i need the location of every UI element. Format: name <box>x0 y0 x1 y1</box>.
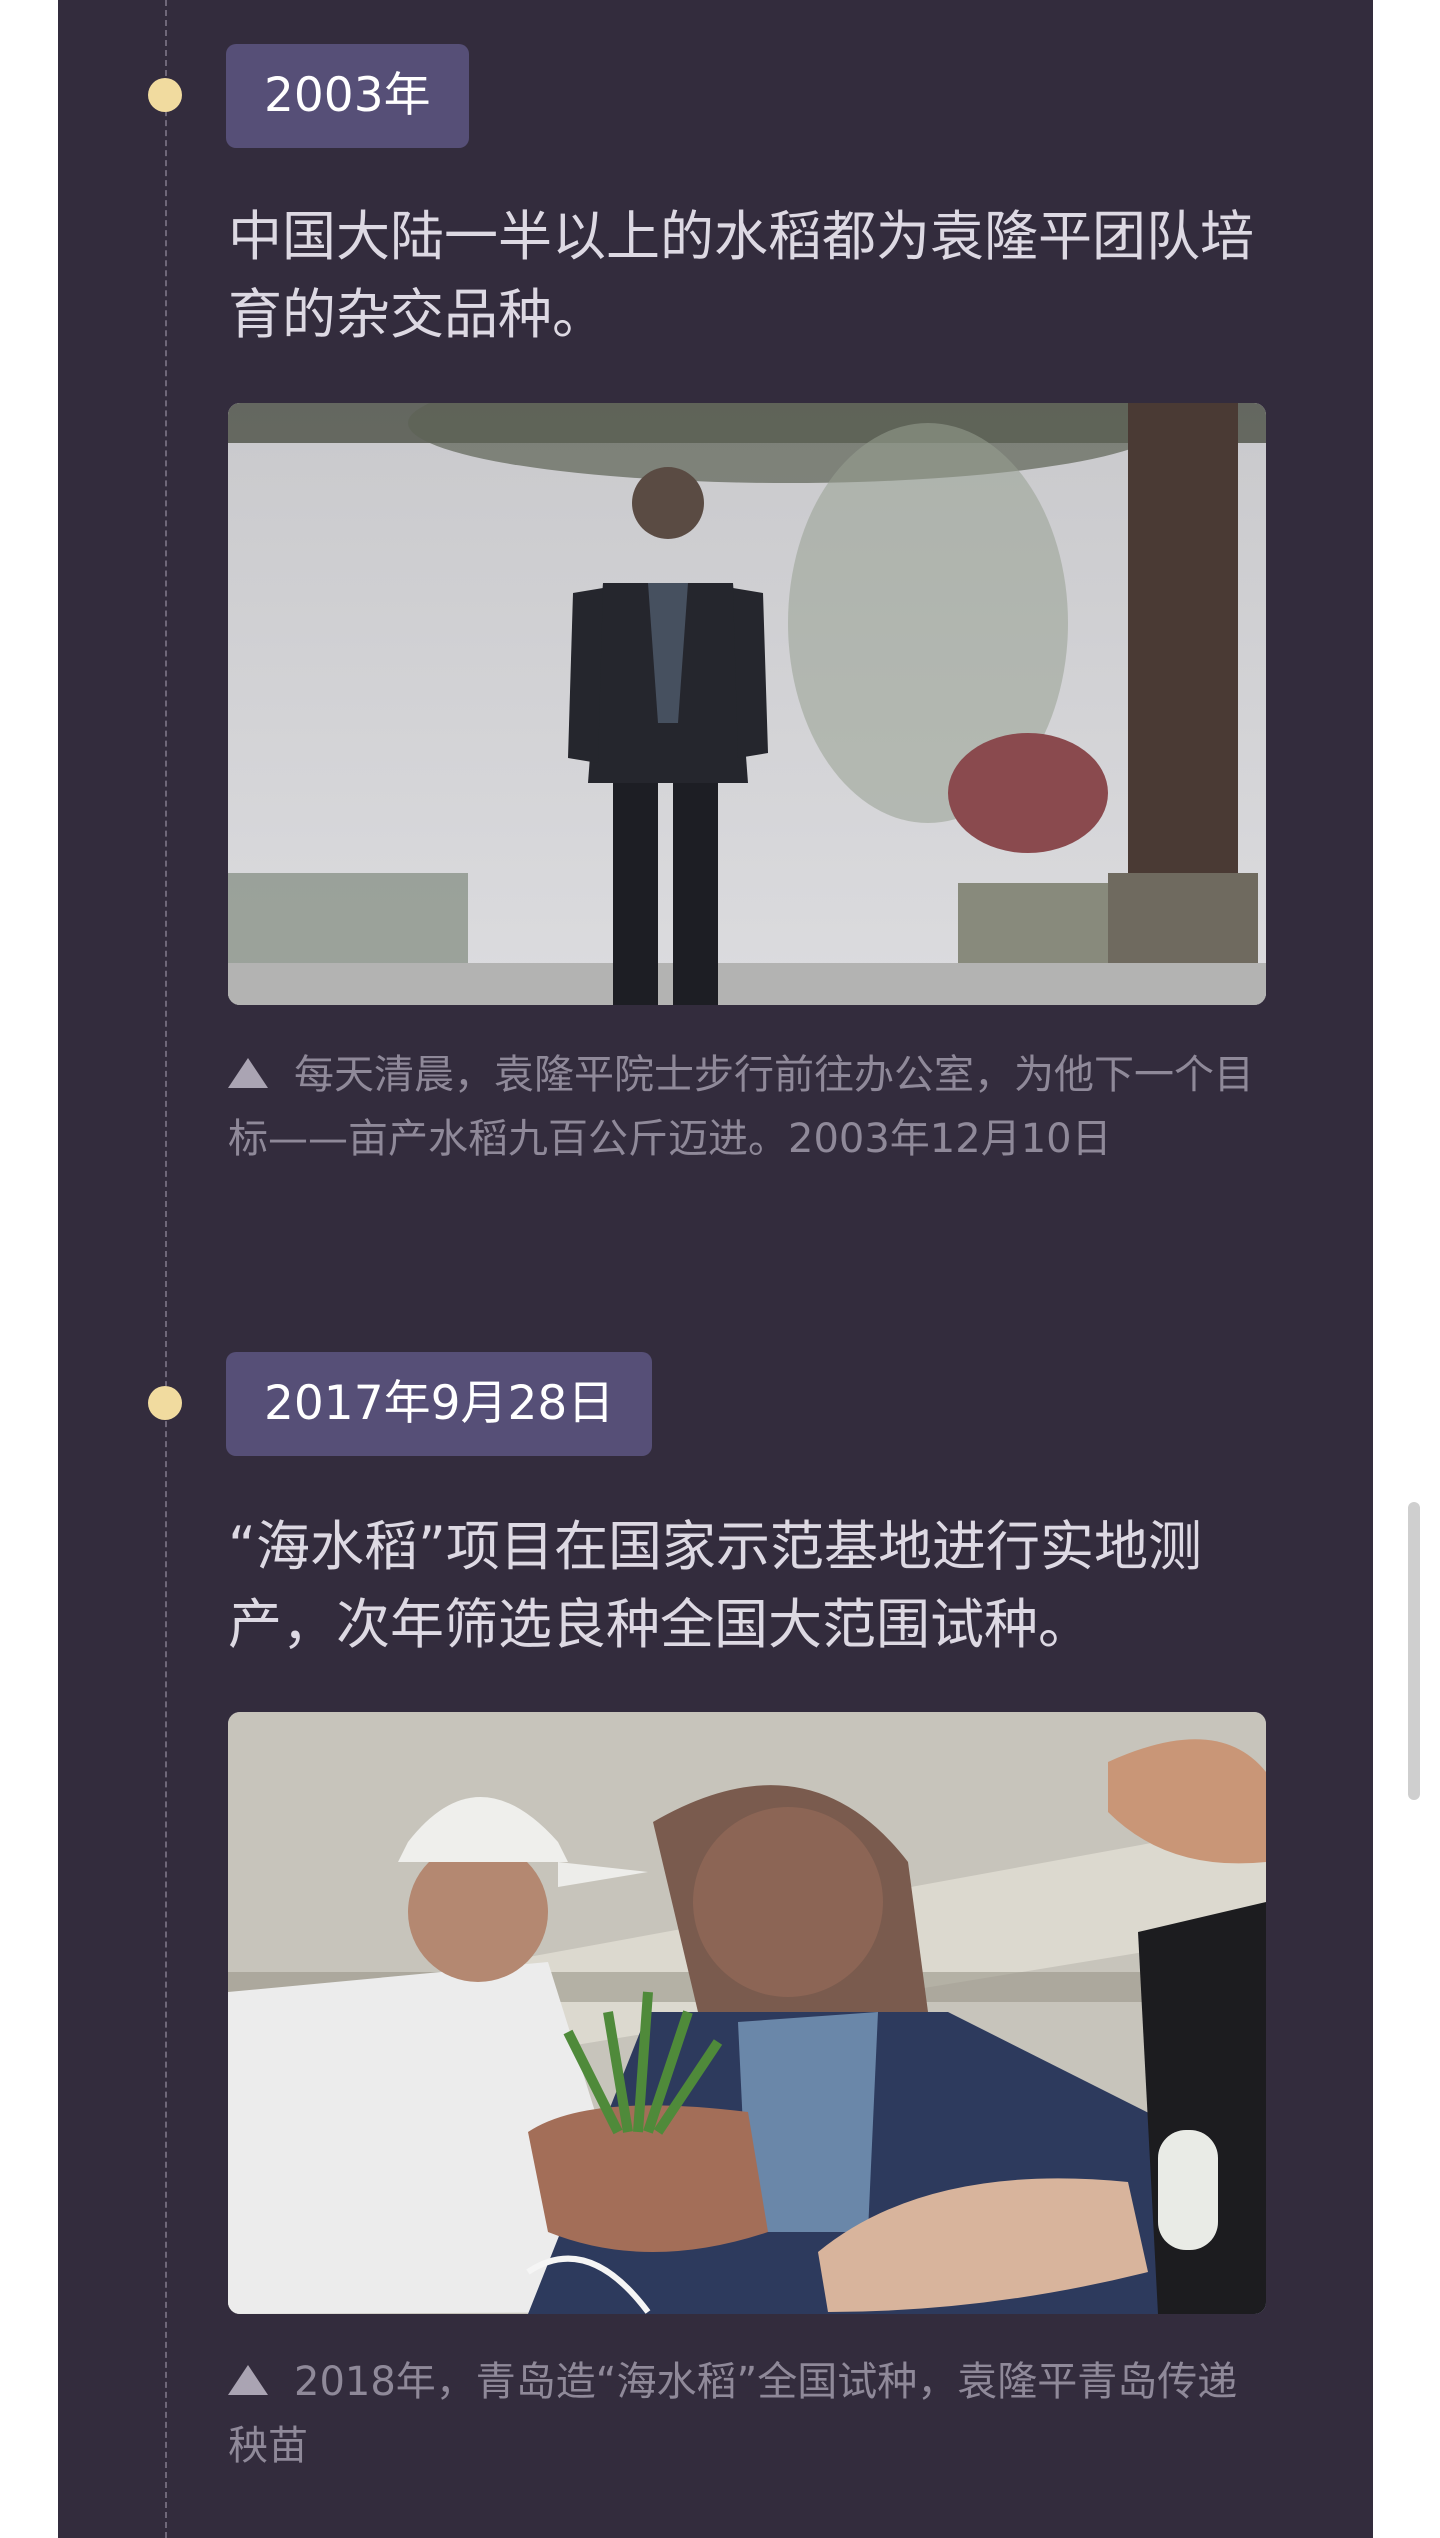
photo-caption: 每天清晨，袁隆平院士步行前往办公室，为他下一个目标——亩产水稻九百公斤迈进。20… <box>228 1043 1268 1171</box>
timeline-dot <box>148 1386 182 1420</box>
triangle-up-icon <box>228 2365 268 2395</box>
entry-headline: “海水稻”项目在国家示范基地进行实地测产，次年筛选良种全国大范围试种。 <box>228 1515 1202 1656</box>
caption-text: 2018年，青岛造“海水稻”全国试种，袁隆平青岛传递秧苗 <box>228 2359 1238 2469</box>
photo-caption: 2018年，青岛造“海水稻”全国试种，袁隆平青岛传递秧苗 <box>228 2350 1268 2478</box>
vertical-scrollbar[interactable] <box>1408 1502 1420 1800</box>
photo-rice-seedlings-icon <box>228 1712 1266 2314</box>
photo-yuan-walking[interactable] <box>228 403 1266 1005</box>
timeline-dashed-line <box>165 0 167 2538</box>
page: 2003年 中国大陆一半以上的水稻都为袁隆平团队培育的杂交品种。 每天清晨，袁隆… <box>0 0 1440 2538</box>
caption-text: 每天清晨，袁隆平院士步行前往办公室，为他下一个目标——亩产水稻九百公斤迈进。20… <box>228 1052 1254 1162</box>
photo-rice-seedlings-event[interactable] <box>228 1712 1266 2314</box>
photo-walking-morning-icon <box>228 403 1266 1005</box>
date-tag: 2003年 <box>226 44 469 148</box>
triangle-up-icon <box>228 1058 268 1088</box>
entry-headline: 中国大陆一半以上的水稻都为袁隆平团队培育的杂交品种。 <box>228 205 1254 346</box>
date-tag: 2017年9月28日 <box>226 1352 653 1456</box>
timeline-dot <box>148 78 182 112</box>
